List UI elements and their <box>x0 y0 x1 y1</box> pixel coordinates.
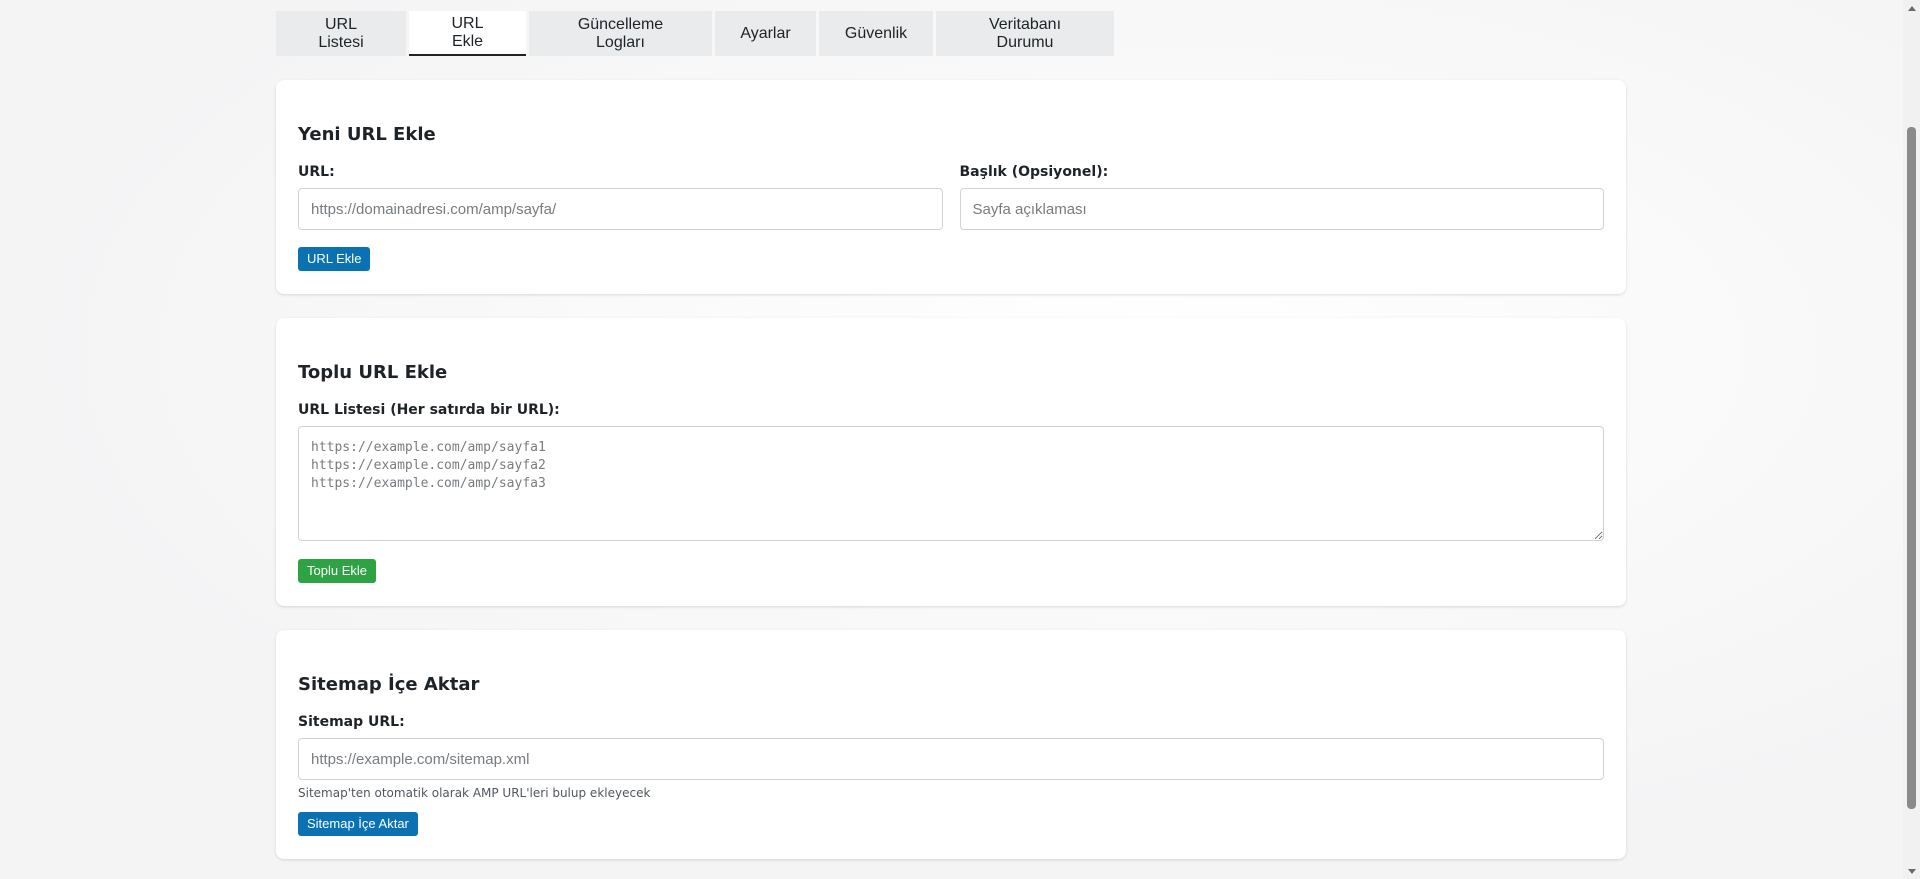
url-list-textarea[interactable] <box>298 426 1604 541</box>
sitemap-url-input[interactable] <box>298 738 1604 780</box>
scrollbar-thumb[interactable] <box>1907 127 1916 809</box>
sitemap-import-card: Sitemap İçe Aktar Sitemap URL: Sitemap't… <box>276 630 1626 859</box>
bulk-add-button[interactable]: Toplu Ekle <box>298 559 376 583</box>
scroll-down-arrow-icon[interactable] <box>1903 864 1920 878</box>
url-field-group: URL: <box>298 162 943 230</box>
title-label: Başlık (Opsiyonel): <box>959 164 1109 180</box>
sitemap-import-button[interactable]: Sitemap İçe Aktar <box>298 812 418 836</box>
scroll-up-arrow-icon[interactable] <box>1903 1 1920 15</box>
add-url-card: Yeni URL Ekle URL: Başlık (Opsiyonel): U… <box>276 80 1626 294</box>
title-field-group: Başlık (Opsiyonel): <box>959 162 1604 230</box>
tab-database-status[interactable]: Veritabanı Durumu <box>936 11 1114 56</box>
vertical-scrollbar[interactable] <box>1903 0 1920 879</box>
admin-page: URL Listesi URL Ekle Güncelleme Logları … <box>0 0 1920 879</box>
url-list-label: URL Listesi (Her satırda bir URL): <box>298 402 560 418</box>
add-url-heading: Yeni URL Ekle <box>298 124 436 145</box>
tab-bar: URL Listesi URL Ekle Güncelleme Logları … <box>276 11 1626 56</box>
tab-add-url[interactable]: URL Ekle <box>409 11 526 56</box>
tab-settings[interactable]: Ayarlar <box>715 11 816 56</box>
sitemap-help-text: Sitemap'ten otomatik olarak AMP URL'leri… <box>298 786 651 800</box>
tab-update-logs[interactable]: Güncelleme Logları <box>529 11 712 56</box>
sitemap-heading: Sitemap İçe Aktar <box>298 674 480 695</box>
add-url-button[interactable]: URL Ekle <box>298 247 371 271</box>
add-url-row: URL: Başlık (Opsiyonel): <box>298 162 1604 230</box>
bulk-add-heading: Toplu URL Ekle <box>298 362 448 383</box>
main-content: URL Listesi URL Ekle Güncelleme Logları … <box>276 11 1626 879</box>
bulk-add-card: Toplu URL Ekle URL Listesi (Her satırda … <box>276 318 1626 606</box>
url-label: URL: <box>298 164 335 180</box>
title-input[interactable] <box>959 188 1604 230</box>
tab-url-list[interactable]: URL Listesi <box>276 11 406 56</box>
url-input[interactable] <box>298 188 943 230</box>
sitemap-url-label: Sitemap URL: <box>298 714 405 730</box>
tab-security[interactable]: Güvenlik <box>819 11 933 56</box>
